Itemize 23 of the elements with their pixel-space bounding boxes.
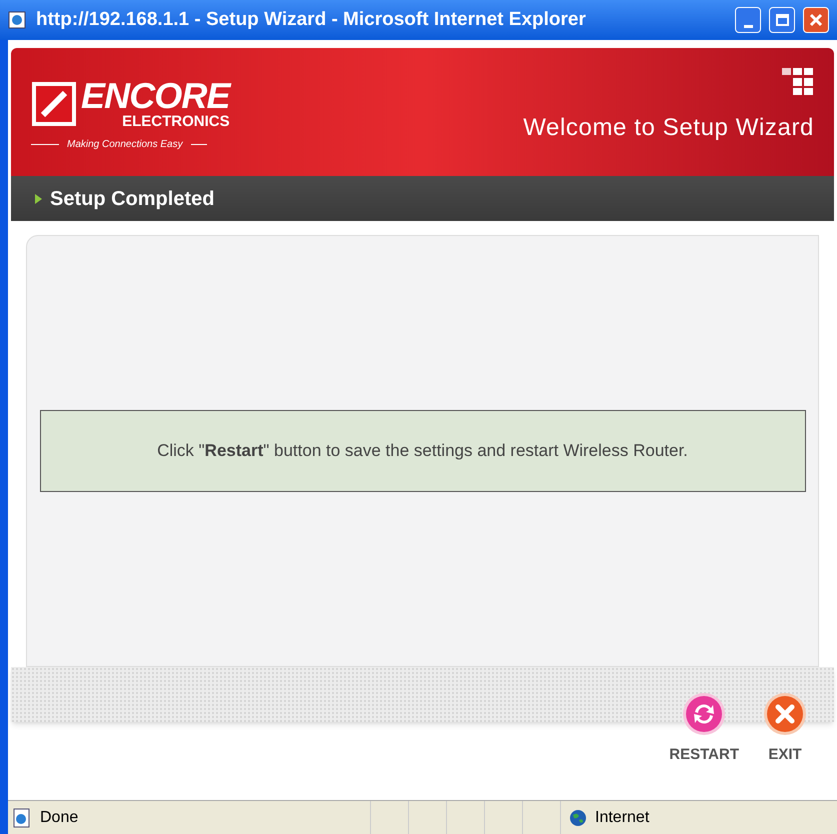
browser-icon (8, 10, 28, 30)
header-title: Welcome to Setup Wizard (523, 113, 814, 143)
tagline: Making Connections Easy (67, 138, 183, 152)
restart-button[interactable]: RESTART (669, 692, 739, 766)
minimize-button[interactable] (735, 7, 761, 33)
triangle-icon (35, 194, 42, 204)
section-title: Setup Completed (50, 186, 214, 212)
page-icon (12, 808, 32, 828)
globe-icon (569, 808, 587, 826)
logo-subtitle: ELECTRONICS (122, 114, 230, 129)
zone-text: Internet (595, 808, 650, 828)
logo-wordmark: ENCORE (81, 78, 230, 114)
maximize-button[interactable] (769, 7, 795, 33)
refresh-icon (682, 692, 726, 736)
grid-icon (782, 68, 814, 96)
exit-button[interactable]: EXIT (763, 692, 807, 766)
close-icon (763, 692, 807, 736)
close-icon (809, 13, 823, 27)
message-text: Click "Restart" button to save the settings and restart Wireless Router. (157, 440, 688, 462)
logo-icon (31, 80, 77, 126)
close-button[interactable] (803, 7, 829, 33)
window-title: http://192.168.1.1 - Setup Wizard - Microsoft Internet Explorer (36, 8, 587, 32)
status-text: Done (40, 808, 80, 828)
